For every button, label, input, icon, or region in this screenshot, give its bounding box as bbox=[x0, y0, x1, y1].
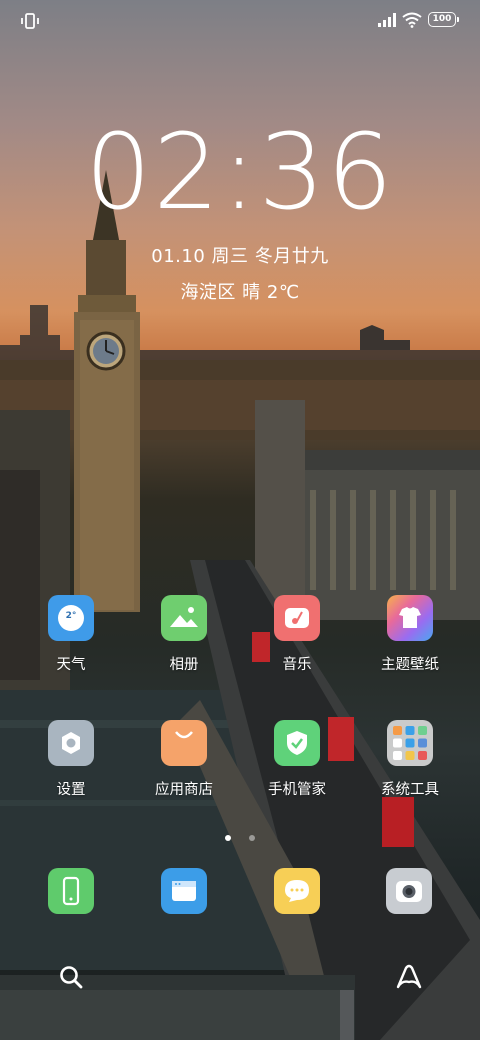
app-label: 天气 bbox=[56, 657, 86, 673]
battery-icon: 100 bbox=[428, 12, 459, 27]
search-icon[interactable] bbox=[58, 964, 84, 990]
gallery-icon bbox=[161, 595, 207, 641]
browser-icon[interactable] bbox=[161, 868, 207, 914]
app-themes[interactable]: 主题壁纸 bbox=[354, 595, 466, 674]
settings-icon bbox=[48, 720, 94, 766]
clock-time[interactable]: 02:36 bbox=[0, 112, 480, 232]
status-bar: 100 bbox=[0, 0, 480, 40]
app-security[interactable]: 手机管家 bbox=[241, 720, 353, 799]
music-icon bbox=[274, 595, 320, 641]
app-label: 音乐 bbox=[282, 657, 312, 673]
wifi-icon bbox=[402, 12, 422, 28]
app-label: 手机管家 bbox=[268, 782, 326, 798]
security-icon bbox=[274, 720, 320, 766]
app-label: 应用商店 bbox=[155, 782, 213, 798]
phone-icon[interactable] bbox=[48, 868, 94, 914]
weather-text[interactable]: 海淀区 晴 2℃ bbox=[0, 278, 480, 304]
camera-icon[interactable] bbox=[386, 868, 432, 914]
app-label: 设置 bbox=[56, 782, 86, 798]
vibrate-icon bbox=[21, 13, 39, 29]
date-text[interactable]: 01.10 周三 冬月廿九 bbox=[0, 242, 480, 268]
themes-icon bbox=[387, 595, 433, 641]
app-music[interactable]: 音乐 bbox=[241, 595, 353, 674]
system-tools-folder-icon bbox=[387, 720, 433, 766]
app-store[interactable]: 应用商店 bbox=[128, 720, 240, 799]
messages-icon[interactable] bbox=[274, 868, 320, 914]
app-gallery[interactable]: 相册 bbox=[128, 595, 240, 674]
app-label: 系统工具 bbox=[381, 782, 439, 798]
weather-icon: 2° bbox=[48, 595, 94, 641]
page-indicator[interactable] bbox=[0, 826, 480, 841]
app-store-icon bbox=[161, 720, 207, 766]
signal-icon bbox=[378, 13, 396, 27]
app-weather[interactable]: 2° 天气 bbox=[15, 595, 127, 674]
app-label: 主题壁纸 bbox=[381, 657, 439, 673]
app-label: 相册 bbox=[169, 657, 199, 673]
folder-system-tools[interactable]: 系统工具 bbox=[354, 720, 466, 799]
assistant-icon[interactable] bbox=[394, 962, 424, 992]
page-dot[interactable] bbox=[248, 835, 255, 841]
app-settings[interactable]: 设置 bbox=[15, 720, 127, 799]
